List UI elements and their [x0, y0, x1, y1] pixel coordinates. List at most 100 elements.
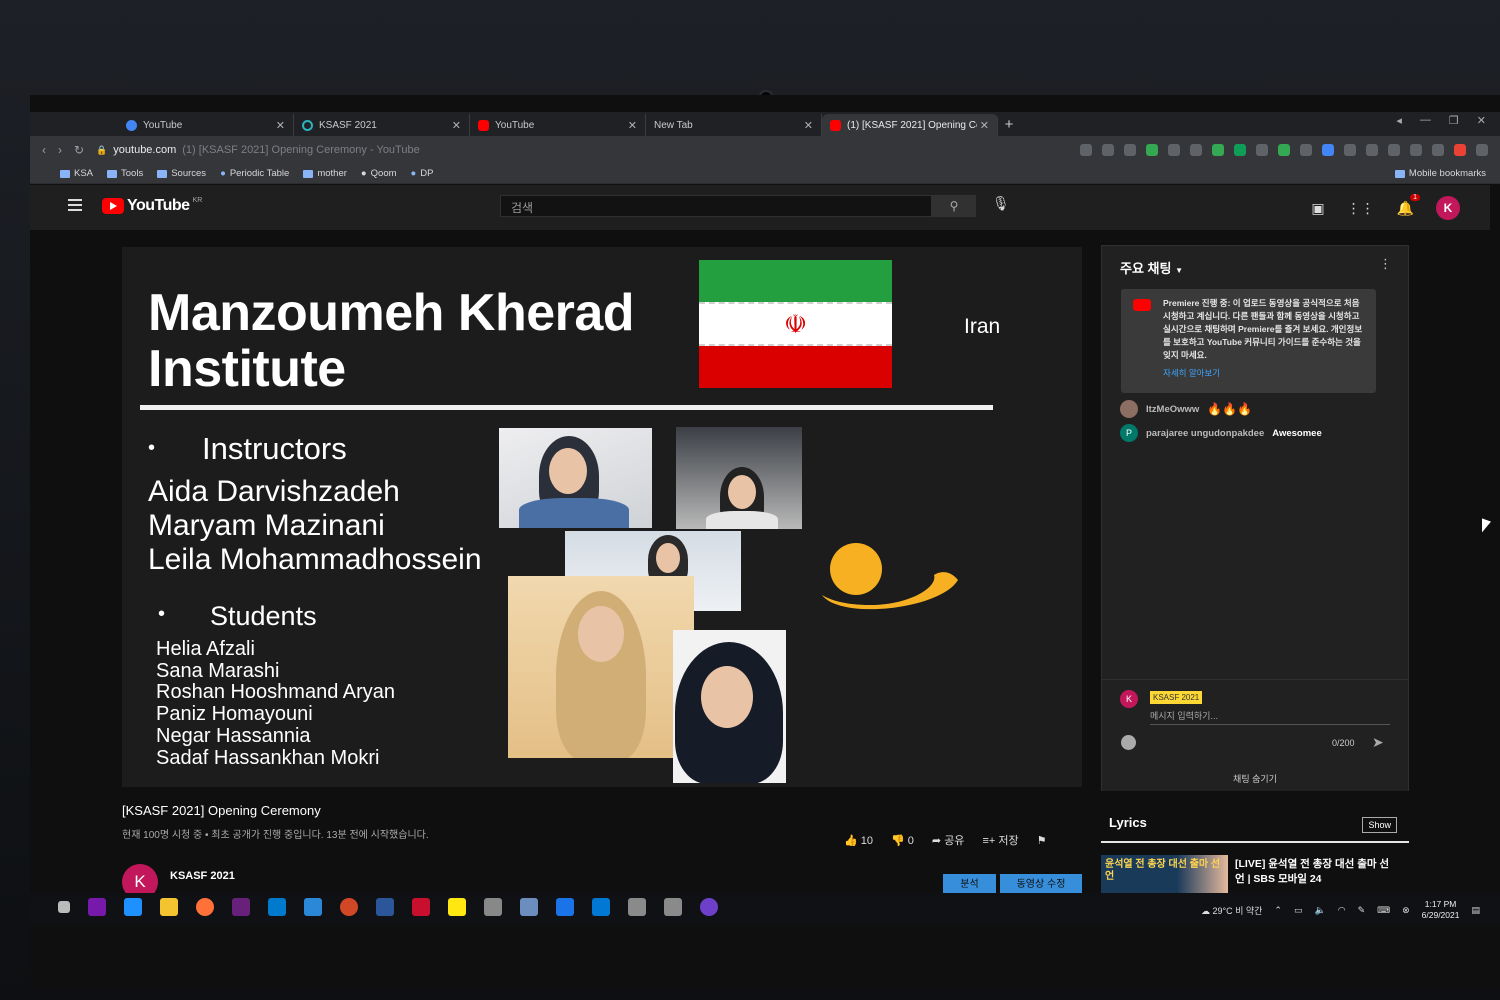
- volume-icon[interactable]: 🔈: [1314, 905, 1325, 916]
- windows-start-icon[interactable]: [58, 901, 70, 913]
- hide-chat-button[interactable]: 채팅 숨기기: [1102, 772, 1408, 785]
- reading-list-icon[interactable]: [1344, 144, 1356, 156]
- new-tab-button[interactable]: +: [998, 114, 1020, 136]
- bookmark-tools[interactable]: Tools: [107, 168, 143, 179]
- firefox-icon[interactable]: [196, 898, 214, 916]
- calendar-icon[interactable]: [556, 898, 574, 916]
- search-input[interactable]: 검색: [500, 195, 932, 217]
- app-icon[interactable]: [484, 898, 502, 916]
- visual-studio-icon[interactable]: [232, 898, 250, 916]
- app-icon[interactable]: [304, 898, 322, 916]
- keyboard-icon[interactable]: ⌨: [1377, 905, 1390, 916]
- address-bar[interactable]: 🔒 youtube.com (1) [KSASF 2021] Opening C…: [96, 139, 996, 161]
- search-button[interactable]: ⚲: [932, 195, 976, 217]
- file-explorer-icon[interactable]: [160, 898, 178, 916]
- menu-icon[interactable]: [1476, 144, 1488, 156]
- close-icon[interactable]: ✕: [804, 119, 813, 132]
- bookmark-mother[interactable]: mother: [303, 168, 347, 179]
- extension-icon[interactable]: [1212, 144, 1224, 156]
- bookmark-dp[interactable]: ● DP: [411, 168, 434, 179]
- close-icon[interactable]: ✕: [628, 119, 637, 132]
- close-icon[interactable]: ✕: [452, 119, 461, 132]
- chat-message-input[interactable]: 메시지 입력하기...: [1150, 709, 1390, 725]
- microphone-icon[interactable]: 🎙: [992, 195, 1010, 212]
- pen-icon[interactable]: ✎: [1358, 905, 1366, 916]
- restore-button[interactable]: ❐: [1449, 114, 1459, 127]
- chevron-up-icon[interactable]: ⌃: [1274, 905, 1282, 916]
- extension-icon[interactable]: [1322, 144, 1334, 156]
- tab-youtube-2[interactable]: YouTube ✕: [470, 114, 646, 136]
- video-icon[interactable]: [1388, 144, 1400, 156]
- wifi-icon[interactable]: ◠: [1338, 905, 1346, 916]
- bookmark-ksa[interactable]: KSA: [60, 168, 93, 179]
- channel-name[interactable]: KSASF 2021: [170, 870, 235, 882]
- extension-icon[interactable]: [1234, 144, 1246, 156]
- report-button[interactable]: ⚑: [1037, 834, 1047, 847]
- powerpoint-icon[interactable]: [340, 898, 358, 916]
- back-icon[interactable]: ‹: [42, 143, 46, 157]
- star-icon[interactable]: [1124, 144, 1136, 156]
- kakaotalk-icon[interactable]: [448, 898, 466, 916]
- app-icon[interactable]: [628, 898, 646, 916]
- cast-icon[interactable]: [1080, 144, 1092, 156]
- tab-new-tab[interactable]: New Tab ✕: [646, 114, 822, 136]
- sidebar-icon[interactable]: [1432, 144, 1444, 156]
- youtube-logo[interactable]: YouTube KR: [102, 197, 202, 215]
- learn-more-link[interactable]: 자세히 알아보기: [1163, 367, 1364, 380]
- reload-icon[interactable]: ↻: [74, 143, 84, 157]
- acrobat-icon[interactable]: [412, 898, 430, 916]
- word-icon[interactable]: [376, 898, 394, 916]
- emoji-icon[interactable]: [1121, 735, 1136, 750]
- create-video-icon[interactable]: ▣: [1311, 200, 1324, 217]
- hamburger-menu-icon[interactable]: [68, 199, 82, 211]
- extension-icon[interactable]: [1168, 144, 1180, 156]
- download-icon[interactable]: [1366, 144, 1378, 156]
- vscode-icon[interactable]: [268, 898, 286, 916]
- send-icon[interactable]: ➤: [1372, 734, 1384, 751]
- share-button[interactable]: ➦ 공유: [932, 832, 965, 848]
- app-tray-icon[interactable]: ⊗: [1402, 905, 1410, 916]
- recommended-video[interactable]: 윤석열 전 총장 대선 출마 선언 [LIVE] 윤석열 전 총장 대선 출마 …: [1101, 855, 1409, 897]
- github-icon[interactable]: [700, 898, 718, 916]
- lyrics-show-button[interactable]: Show: [1362, 817, 1397, 833]
- extension-icon[interactable]: [1278, 144, 1290, 156]
- extension-icon[interactable]: [1256, 144, 1268, 156]
- onenote-icon[interactable]: [88, 898, 106, 916]
- apps-grid-icon[interactable]: ⋮⋮: [1347, 200, 1375, 217]
- shield-icon[interactable]: [1146, 144, 1158, 156]
- more-options-icon[interactable]: ⋮: [1379, 256, 1392, 272]
- chat-mode-selector[interactable]: 주요 채팅 ▼: [1120, 258, 1183, 277]
- bookmark-periodic-table[interactable]: ● Periodic Table: [220, 168, 289, 179]
- save-button[interactable]: ≡+ 저장: [982, 832, 1018, 848]
- bookmark-mobile[interactable]: Mobile bookmarks: [1394, 168, 1486, 179]
- extension-icon[interactable]: [1300, 144, 1312, 156]
- weather-widget[interactable]: ☁ 29°C 비 약간: [1201, 904, 1262, 917]
- clock[interactable]: 1:17 PM 6/29/2021: [1422, 899, 1460, 921]
- battery-icon[interactable]: ▭: [1294, 905, 1303, 916]
- app-icon[interactable]: [664, 898, 682, 916]
- recommended-title[interactable]: [LIVE] 윤석열 전 총장 대선 출마 선언 | SBS 모바일 24: [1235, 857, 1395, 887]
- forward-icon[interactable]: ›: [58, 143, 62, 157]
- tab-ksasf[interactable]: KSASF 2021 ✕: [294, 114, 470, 136]
- video-player[interactable]: Manzoumeh Kherad Institute ☫ Iran • Inst…: [122, 247, 1082, 787]
- bookmark-qoom[interactable]: ● Qoom: [361, 168, 397, 179]
- browser-icon[interactable]: [124, 898, 142, 916]
- minimize-button[interactable]: —: [1420, 114, 1431, 127]
- todo-icon[interactable]: [592, 898, 610, 916]
- tab-youtube-1[interactable]: YouTube ✕: [118, 114, 294, 136]
- dislike-button[interactable]: 👎 0: [891, 834, 914, 847]
- close-icon[interactable]: ✕: [980, 119, 989, 132]
- video-thumbnail[interactable]: 윤석열 전 총장 대선 출마 선언: [1101, 855, 1228, 897]
- extension-icon[interactable]: [1454, 144, 1466, 156]
- pocket-icon[interactable]: [1102, 144, 1114, 156]
- camera-icon[interactable]: [1410, 144, 1422, 156]
- tab-ksasf-opening[interactable]: (1) [KSASF 2021] Opening Cere ✕: [822, 114, 998, 136]
- like-button[interactable]: 👍 10: [844, 834, 873, 847]
- close-icon[interactable]: ✕: [276, 119, 285, 132]
- notification-center-icon[interactable]: ▤: [1471, 905, 1480, 916]
- close-window-button[interactable]: ✕: [1477, 114, 1486, 127]
- notifications-bell-icon[interactable]: 🔔 1: [1397, 193, 1420, 217]
- account-avatar[interactable]: K: [1436, 196, 1460, 220]
- extension-icon[interactable]: [1190, 144, 1202, 156]
- bookmark-sources[interactable]: Sources: [157, 168, 206, 179]
